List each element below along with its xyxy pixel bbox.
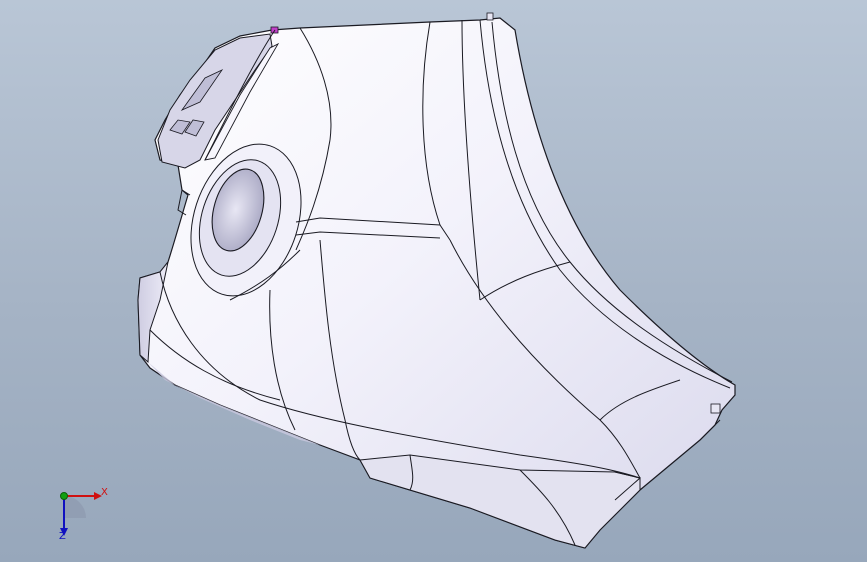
right-clip-tab: [710, 403, 721, 414]
top-tab-right: [486, 12, 494, 21]
triad-shadow: [64, 496, 86, 518]
x-axis-label: X: [101, 487, 108, 498]
z-axis-label: Z: [59, 531, 66, 542]
3d-part-model[interactable]: [0, 0, 867, 562]
y-axis-dot: [60, 492, 68, 500]
graphics-viewport[interactable]: X Y Z: [0, 0, 867, 562]
